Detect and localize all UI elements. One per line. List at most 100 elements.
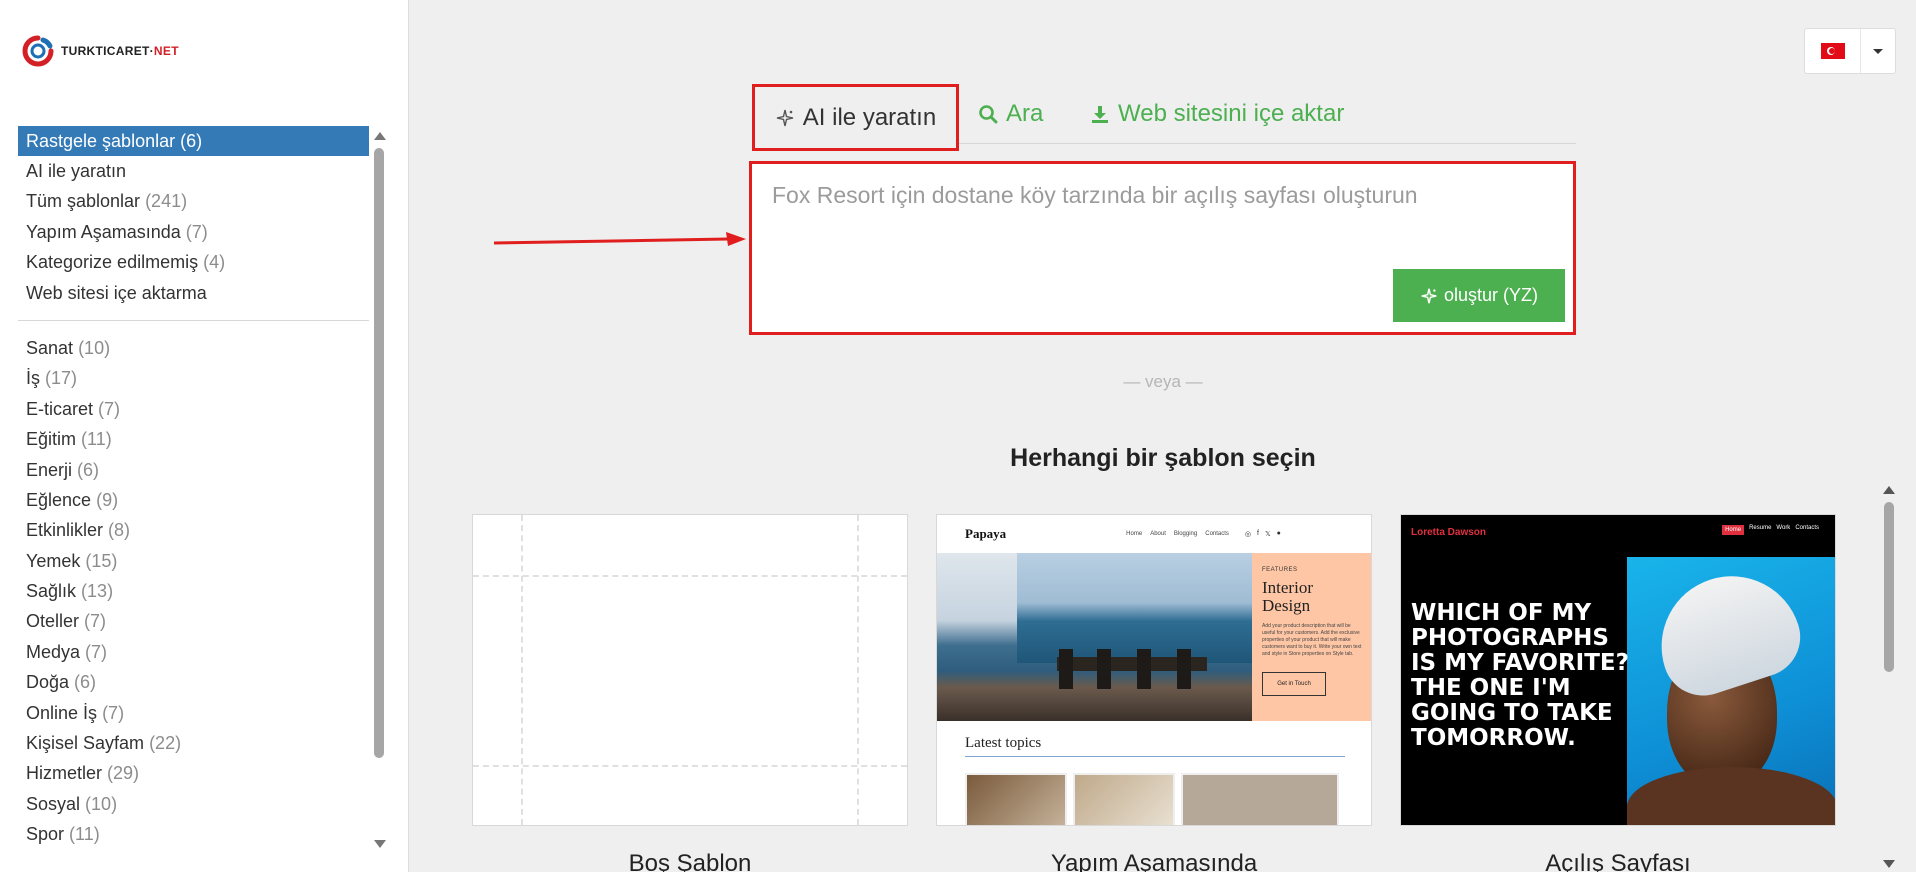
ai-prompt-box: oluştur (YZ)	[749, 161, 1576, 335]
sidebar-item[interactable]: Hizmetler (29)	[18, 758, 369, 788]
sidebar-item-label: Sağlık	[26, 581, 77, 602]
sidebar-item[interactable]: Tüm şablonlar (241)	[18, 186, 369, 216]
turkey-flag-icon	[1805, 29, 1861, 73]
sidebar-item[interactable]: Sanat (10)	[18, 333, 369, 363]
sidebar-item-label: Online İş	[26, 702, 98, 723]
sidebar-item[interactable]: E-ticaret (7)	[18, 394, 369, 424]
template-card-blank[interactable]: Boş Şablon	[472, 514, 908, 872]
tab-import-label: Web sitesini içe aktar	[1118, 100, 1345, 127]
sidebar-item-label: Kategorize edilmemiş	[26, 252, 199, 273]
sidebar-item[interactable]: Yemek (15)	[18, 546, 369, 576]
guide-line	[473, 765, 907, 767]
tab-search[interactable]: Ara	[978, 84, 1043, 144]
sidebar-item[interactable]: Kişisel Sayfam (22)	[18, 728, 369, 758]
logo[interactable]: TURKTICARET·NET	[19, 34, 179, 68]
sidebar-item[interactable]: Eğitim (11)	[18, 424, 369, 454]
template-name[interactable]: Boş Şablon	[472, 850, 908, 872]
sidebar-item-count: (8)	[108, 520, 131, 541]
template-name[interactable]: Yapım Aşamasında	[936, 850, 1372, 872]
preview-link: Blogging	[1173, 531, 1198, 537]
sparkle-icon	[1421, 288, 1437, 303]
preview-headline: WHICH OF MY PHOTOGRAPHS IS MY FAVORITE? …	[1411, 600, 1629, 751]
scroll-down-icon[interactable]	[1883, 860, 1895, 868]
sidebar-item-count: (11)	[69, 824, 100, 845]
sidebar-item[interactable]: Sosyal (10)	[18, 789, 369, 819]
sidebar: TURKTICARET·NET Rastgele şablonlar (6) AI…	[0, 0, 409, 872]
category-list: Rastgele şablonlar (6) AI ile yaratın Tüm …	[18, 126, 369, 850]
preview-kicker: FEATURES	[1262, 567, 1298, 573]
sidebar-item-count: (22)	[149, 733, 182, 754]
sidebar-item-count: (10)	[78, 337, 111, 358]
chevron-down-icon[interactable]	[1861, 29, 1895, 73]
sidebar-item[interactable]: Medya (7)	[18, 637, 369, 667]
sidebar-item[interactable]: Kategorize edilmemiş (4)	[18, 247, 369, 277]
sidebar-item[interactable]: Online İş (7)	[18, 698, 369, 728]
sidebar-item[interactable]: Rastgele şablonlar (6)	[18, 126, 369, 156]
scroll-up-icon[interactable]	[1883, 486, 1895, 494]
sparkle-icon	[776, 109, 793, 126]
sidebar-item[interactable]: Spor (11)	[18, 819, 369, 849]
sidebar-item-label: Doğa	[26, 672, 70, 693]
preview-latest-heading: Latest topics	[965, 735, 1345, 757]
x-icon: 𝕏	[1264, 531, 1271, 538]
sidebar-item[interactable]: Oteller (7)	[18, 606, 369, 636]
sidebar-item-label: Sosyal	[26, 793, 81, 814]
preview-brand: Loretta Dawson	[1411, 527, 1487, 538]
tab-ai-create[interactable]: AI ile yaratın	[752, 84, 959, 151]
sidebar-item[interactable]: Yapım Aşamasında (7)	[18, 217, 369, 247]
scrollbar-thumb[interactable]	[1884, 502, 1894, 672]
sidebar-item[interactable]: Eğlence (9)	[18, 485, 369, 515]
preview-interior-photo	[937, 553, 1252, 721]
preview-link: Work	[1776, 525, 1791, 531]
sidebar-item-label: Spor	[26, 824, 65, 845]
template-card-landing-page[interactable]: Loretta Dawson Home Resume Work Contacts…	[1400, 514, 1836, 872]
preview-portrait-photo	[1627, 557, 1835, 825]
preview-link: Contacts	[1795, 525, 1819, 531]
sidebar-item-label: Kişisel Sayfam	[26, 733, 145, 754]
sidebar-item[interactable]: İş (17)	[18, 363, 369, 393]
scrollbar-thumb[interactable]	[374, 148, 384, 758]
sidebar-item[interactable]: AI ile yaratın	[18, 156, 369, 186]
annotation-arrow-icon	[493, 232, 746, 246]
tab-import-website[interactable]: Web sitesini içe aktar	[1090, 84, 1344, 144]
or-divider: — veya —	[1123, 372, 1203, 391]
content-scrollbar[interactable]	[1882, 482, 1896, 872]
sidebar-item[interactable]: Etkinlikler (8)	[18, 515, 369, 545]
language-selector[interactable]	[1804, 28, 1896, 74]
guide-line	[521, 515, 523, 825]
template-thumbnail[interactable]: Papaya Home About Blogging Contacts ◎ f …	[936, 514, 1372, 826]
template-name[interactable]: Açılış Sayfası	[1400, 850, 1836, 872]
sidebar-item-label: Oteller	[26, 611, 80, 632]
preview-link: Resume	[1749, 525, 1772, 531]
preview-link: Contacts	[1205, 531, 1229, 537]
preview-card-image	[1073, 773, 1175, 825]
generate-ai-button[interactable]: oluştur (YZ)	[1393, 269, 1565, 322]
sidebar-item-label: Sanat	[26, 337, 74, 358]
sidebar-item-count: (7)	[85, 641, 108, 662]
sidebar-item[interactable]: Enerji (6)	[18, 455, 369, 485]
sidebar-item[interactable]: Web sitesi içe aktarma	[18, 278, 369, 308]
sidebar-scrollbar[interactable]	[372, 128, 386, 848]
sidebar-item-count: (7)	[185, 221, 208, 242]
sidebar-divider	[18, 319, 369, 321]
sidebar-item-label: AI ile yaratın	[26, 161, 127, 181]
template-card-under-construction[interactable]: Papaya Home About Blogging Contacts ◎ f …	[936, 514, 1372, 872]
sidebar-item-label: Yapım Aşamasında	[26, 221, 181, 242]
scroll-up-icon[interactable]	[374, 132, 386, 140]
sidebar-item-label: Rastgele şablonlar	[26, 131, 176, 151]
sidebar-item[interactable]: Doğa (6)	[18, 667, 369, 697]
search-icon	[979, 105, 998, 124]
sidebar-item-label: E-ticaret	[26, 398, 94, 419]
scroll-down-icon[interactable]	[374, 840, 386, 848]
tab-ai-label: AI ile yaratın	[802, 103, 937, 131]
sidebar-item-count: (15)	[85, 550, 118, 571]
sidebar-item[interactable]: Sağlık (13)	[18, 576, 369, 606]
template-thumbnail[interactable]: Loretta Dawson Home Resume Work Contacts…	[1400, 514, 1836, 826]
preview-link: Home	[1126, 531, 1143, 537]
sidebar-item-label: Eğitim	[26, 429, 77, 450]
template-thumbnail[interactable]	[472, 514, 908, 826]
tab-search-label: Ara	[1006, 100, 1044, 127]
preview-links: Home About Blogging Contacts	[1126, 531, 1229, 537]
sidebar-item-label: Eğlence	[26, 489, 92, 510]
sidebar-item-count: (4)	[203, 252, 226, 273]
